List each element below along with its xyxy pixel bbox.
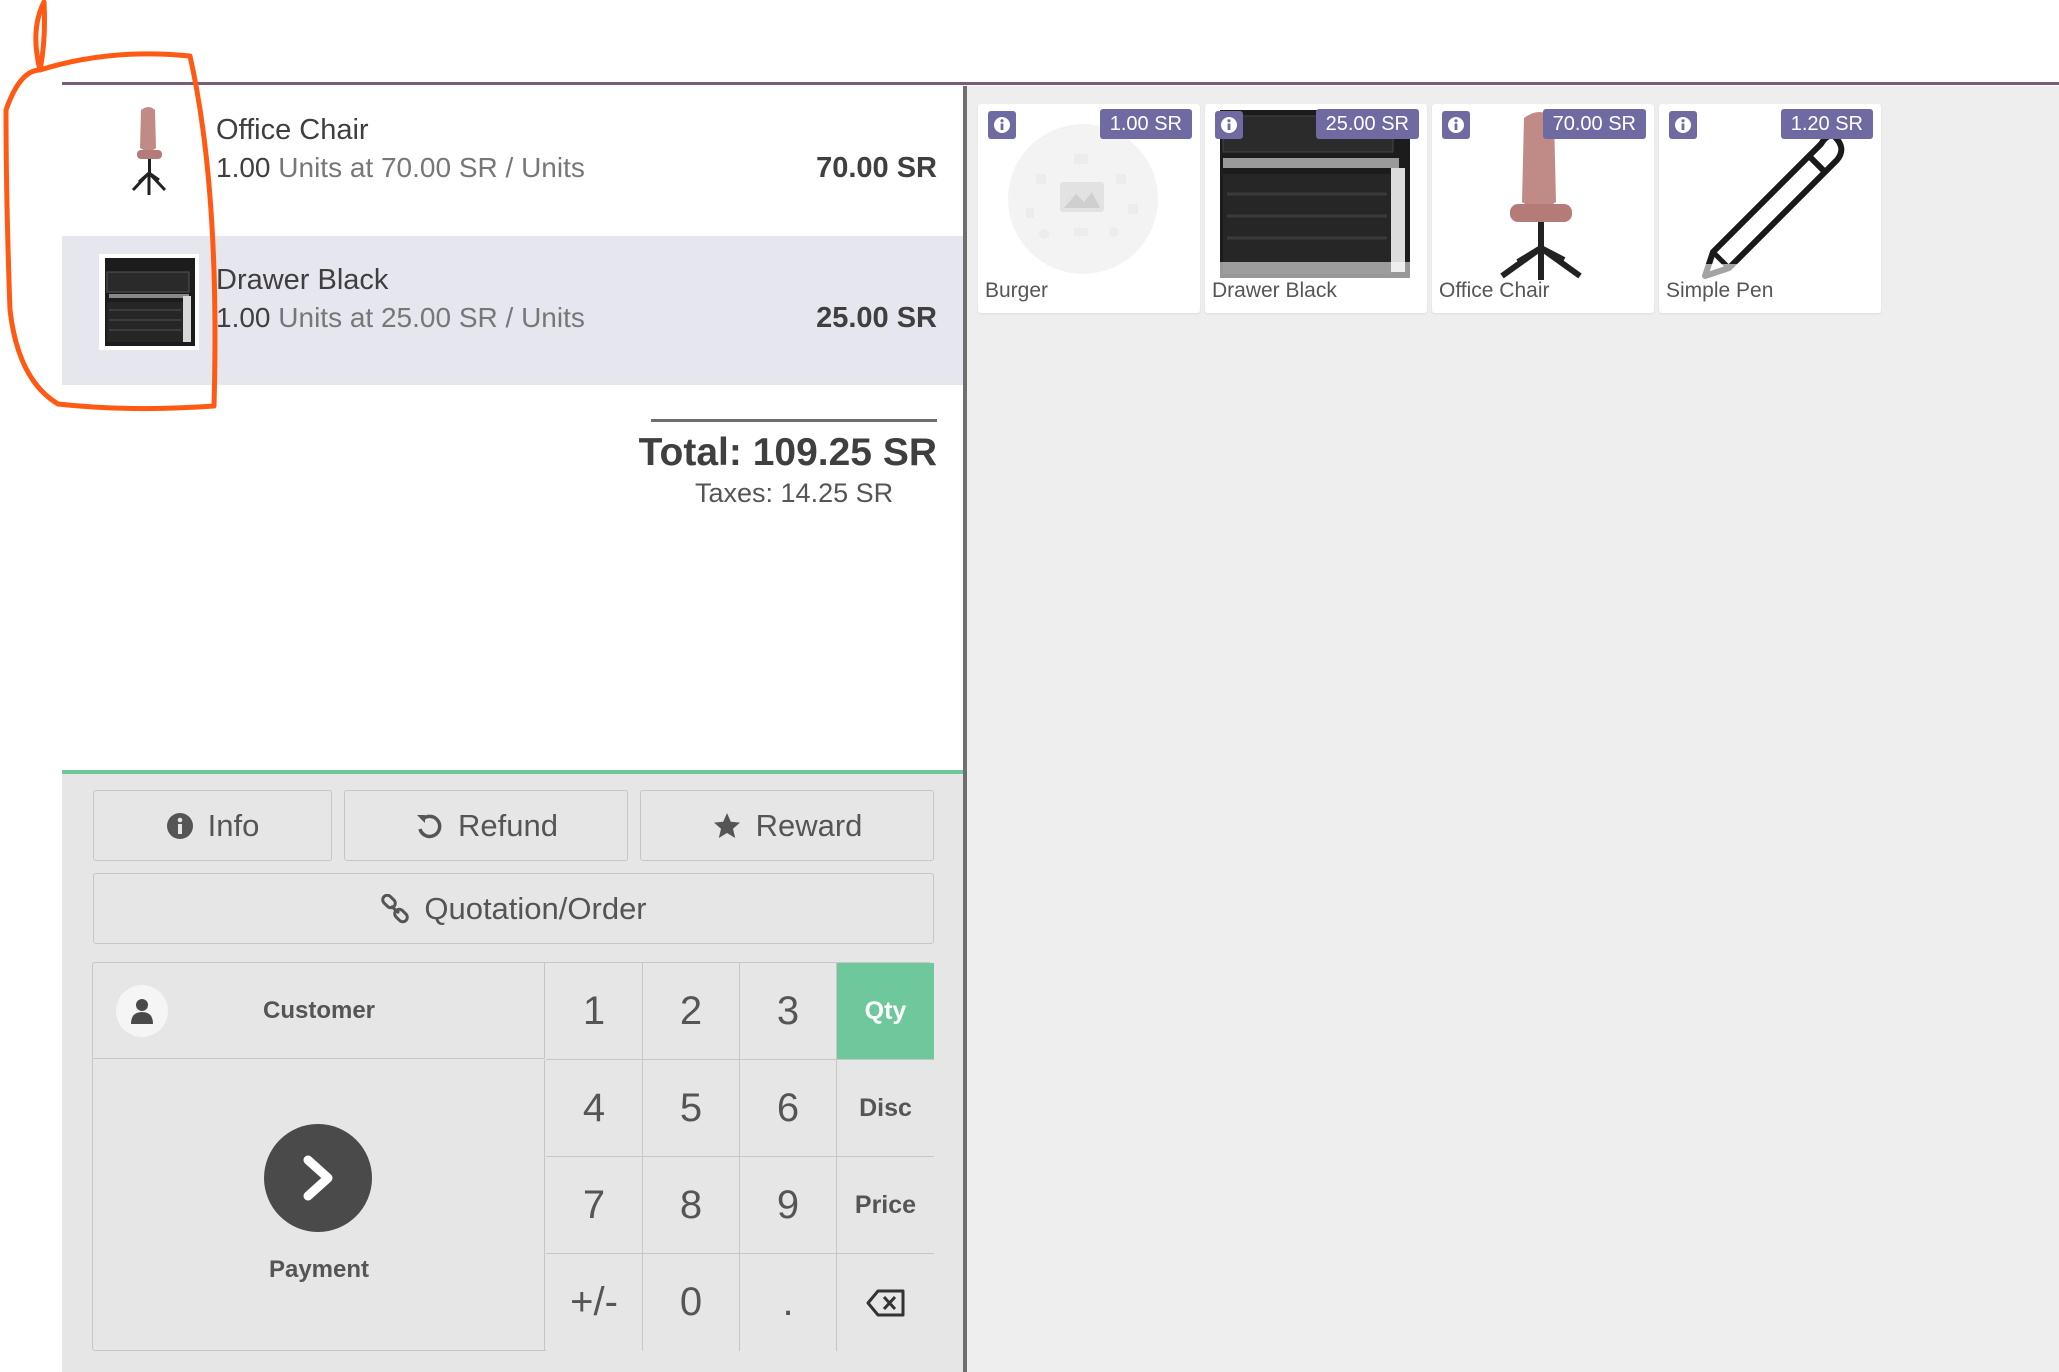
product-card-burger[interactable]: 1.00 SR Burger <box>978 104 1200 313</box>
numpad-mode-disc[interactable]: Disc <box>837 1060 934 1157</box>
orderline-drawer-black[interactable]: Drawer Black 1.00 Units at 25.00 SR / Un… <box>62 236 965 385</box>
user-icon <box>131 999 153 1024</box>
customer-label: Customer <box>263 997 376 1024</box>
office-chair-thumbnail <box>131 107 167 195</box>
numpad-key-plus-minus[interactable]: +/- <box>546 1254 643 1351</box>
reward-label: Reward <box>755 807 863 843</box>
product-price-badge: 70.00 SR <box>1542 109 1646 139</box>
info-label: Info <box>207 807 260 843</box>
orderline-name: Office Chair <box>216 114 369 146</box>
orderline-qty: 1.00 <box>216 152 271 183</box>
info-icon <box>1675 117 1691 133</box>
product-info-button[interactable] <box>1442 111 1470 139</box>
pay-circle <box>264 1124 372 1232</box>
star-icon <box>713 812 740 838</box>
product-price-badge: 25.00 SR <box>1315 109 1419 139</box>
orderline-office-chair[interactable]: Office Chair 1.00 Units at 70.00 SR / Un… <box>62 86 965 235</box>
summary-divider <box>651 419 937 422</box>
product-list: 1.00 SR Burger 25.00 SR Drawer Black 70.… <box>967 86 2059 1372</box>
numpad-backspace[interactable] <box>837 1254 934 1351</box>
orderline-unit-info: Units at 70.00 SR / Units <box>270 152 585 183</box>
chevron-right-icon <box>303 1155 333 1201</box>
drawer-black-thumbnail <box>99 254 199 350</box>
numpad-key-0[interactable]: 0 <box>643 1254 740 1351</box>
numpad-key-1[interactable]: 1 <box>546 963 643 1060</box>
product-name: Drawer Black <box>1212 279 1337 302</box>
quotation-order-button[interactable]: Quotation/Order <box>93 873 934 944</box>
numpad-key-4[interactable]: 4 <box>546 1060 643 1157</box>
numpad-key-6[interactable]: 6 <box>740 1060 837 1157</box>
header-divider <box>62 82 2059 85</box>
numpad-key-3[interactable]: 3 <box>740 963 837 1060</box>
link-icon <box>381 893 410 923</box>
product-name: Simple Pen <box>1666 279 1774 302</box>
refund-button[interactable]: Refund <box>344 790 628 861</box>
top-bar <box>0 0 2059 86</box>
orderline-price: 70.00 SR <box>816 152 937 184</box>
customer-button[interactable]: Customer <box>93 963 545 1059</box>
quotation-order-label: Quotation/Order <box>424 890 647 926</box>
refund-label: Refund <box>458 807 558 843</box>
order-taxes: Taxes: 14.25 SR <box>695 478 894 508</box>
info-icon <box>166 812 193 839</box>
control-pad: Info Refund Reward Quotation/Order Custo… <box>62 770 965 1372</box>
numpad-mode-price[interactable]: Price <box>837 1157 934 1254</box>
product-card-simple-pen[interactable]: 1.20 SR Simple Pen <box>1659 104 1881 313</box>
product-name: Burger <box>985 279 1049 302</box>
numpad-key-8[interactable]: 8 <box>643 1157 740 1254</box>
product-price-badge: 1.00 SR <box>1099 109 1192 139</box>
numpad-key-9[interactable]: 9 <box>740 1157 837 1254</box>
numpad-key-2[interactable]: 2 <box>643 963 740 1060</box>
product-name: Office Chair <box>1439 279 1550 302</box>
orderline-name: Drawer Black <box>216 264 389 296</box>
info-icon <box>994 117 1010 133</box>
info-button[interactable]: Info <box>93 790 332 861</box>
orderline-unit-info: Units at 25.00 SR / Units <box>270 302 585 333</box>
pads: Customer Payment 1 2 3 Qty 4 5 6 Disc 7 … <box>92 962 934 1351</box>
orderline-qty-info: 1.00 Units at 25.00 SR / Units <box>216 302 585 334</box>
orderline-qty: 1.00 <box>216 302 271 333</box>
order-total: Total: 109.25 SR <box>638 431 937 474</box>
numpad-key-dot[interactable]: . <box>740 1254 837 1351</box>
product-info-button[interactable] <box>1669 111 1697 139</box>
product-info-button[interactable] <box>1215 111 1243 139</box>
avatar <box>116 985 168 1037</box>
orderline-price: 25.00 SR <box>816 302 937 334</box>
product-card-office-chair[interactable]: 70.00 SR Office Chair <box>1432 104 1654 313</box>
info-icon <box>1221 117 1237 133</box>
info-icon <box>1448 117 1464 133</box>
numpad-key-5[interactable]: 5 <box>643 1060 740 1157</box>
product-price-badge: 1.20 SR <box>1780 109 1873 139</box>
orderline-qty-info: 1.00 Units at 70.00 SR / Units <box>216 152 585 184</box>
product-info-button[interactable] <box>988 111 1016 139</box>
product-card-drawer-black[interactable]: 25.00 SR Drawer Black <box>1205 104 1427 313</box>
payment-button[interactable]: Payment <box>93 1060 545 1351</box>
backspace-icon <box>866 1289 904 1316</box>
undo-icon <box>417 814 442 838</box>
numpad-key-7[interactable]: 7 <box>546 1157 643 1254</box>
numpad-mode-qty[interactable]: Qty <box>837 963 934 1060</box>
reward-button[interactable]: Reward <box>640 790 934 861</box>
payment-label: Payment <box>268 1256 370 1283</box>
